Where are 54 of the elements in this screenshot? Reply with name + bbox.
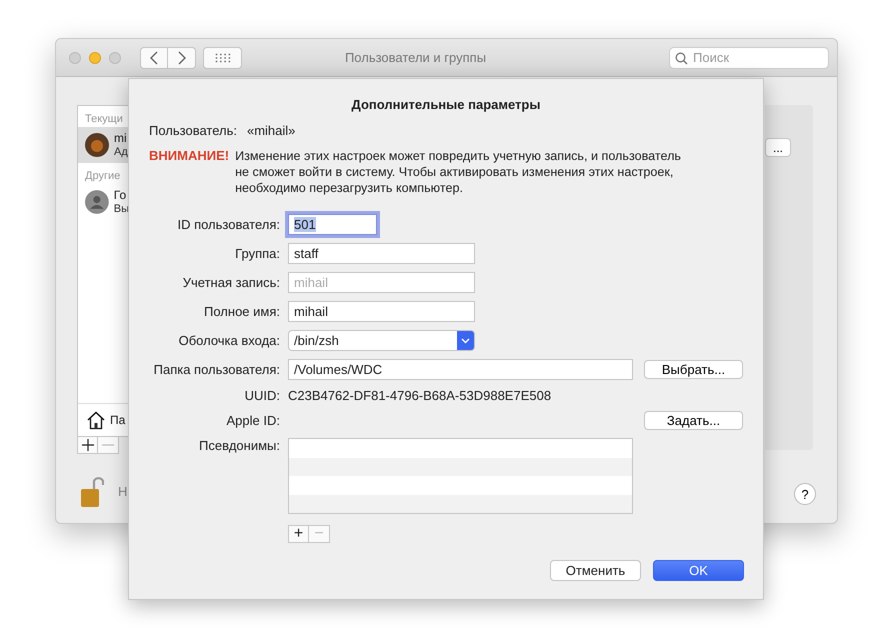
avatar-photo-placeholder — [85, 133, 109, 157]
field-label: ID пользователя: — [176, 217, 281, 232]
field-label: Учетная запись: — [182, 275, 281, 290]
field-label: Папка пользователя: — [152, 362, 281, 377]
minimize-button[interactable] — [89, 52, 101, 64]
field-label: Группа: — [234, 246, 281, 261]
text-field[interactable]: staff — [288, 243, 475, 264]
text-field[interactable]: /Volumes/WDC — [288, 359, 633, 380]
choose-button[interactable]: Выбрать... — [644, 360, 743, 379]
user-name: mi — [114, 131, 128, 145]
text-field[interactable]: mihail — [288, 301, 475, 322]
add-alias-button[interactable]: + — [288, 525, 309, 543]
text-field[interactable]: 501 — [288, 214, 377, 235]
warning-label: ВНИМАНИЕ! — [149, 148, 230, 163]
uuid-value: C23B4762-DF81-4796-B68A-53D988E7E508 — [288, 388, 552, 403]
user-name: Го — [114, 188, 128, 202]
user-role: Ад — [114, 145, 128, 159]
user-value: «mihail» — [246, 123, 296, 138]
plus-icon — [82, 439, 94, 451]
grid-icon — [214, 52, 230, 62]
close-button[interactable] — [69, 52, 81, 64]
section-header: Другие — [84, 169, 122, 184]
shell-popup-button[interactable]: /bin/zsh — [288, 330, 475, 351]
field-label: UUID: — [244, 388, 281, 403]
show-all-button[interactable] — [203, 46, 242, 68]
warning-text: Изменение этих настроек может повредить учетную запись, и пользователь не сможет войти в систему. Чтобы активировать изменения этих настроек, необходимо перезагрузить компьютер. — [235, 148, 682, 196]
section-header: Текущи — [84, 112, 124, 127]
user-label: Пользователь: — [149, 123, 237, 138]
avatar-icon — [85, 190, 109, 214]
back-button[interactable] — [140, 46, 168, 68]
chevron-down-icon — [461, 338, 470, 344]
field-label: Полное имя: — [203, 304, 281, 319]
help-button[interactable]: ? — [794, 483, 816, 505]
user-row[interactable]: mi Ад — [78, 127, 129, 163]
window-title: Пользователи и группы — [344, 50, 488, 65]
options-button[interactable]: ... — [765, 138, 791, 157]
house-icon — [86, 410, 106, 430]
lock-text: Н — [118, 484, 128, 498]
field-label: Оболочка входа: — [178, 333, 281, 348]
chevron-left-icon — [149, 50, 159, 64]
field-label: Псевдонимы: — [198, 438, 281, 453]
choose-button[interactable]: Задать... — [644, 411, 743, 430]
open-padlock-icon — [80, 474, 104, 508]
chevron-right-icon — [176, 50, 186, 64]
ok-button[interactable]: OK — [653, 560, 744, 581]
cancel-button[interactable]: Отменить — [550, 560, 641, 581]
sheet-title: Дополнительные параметры — [350, 97, 542, 112]
field-label: Apple ID: — [226, 413, 281, 428]
search-icon — [675, 52, 688, 64]
search-field[interactable]: Поиск — [669, 46, 829, 68]
aliases-list[interactable] — [288, 438, 633, 514]
forward-button[interactable] — [168, 46, 196, 68]
add-user-button[interactable] — [77, 436, 98, 454]
zoom-button[interactable] — [109, 52, 121, 64]
